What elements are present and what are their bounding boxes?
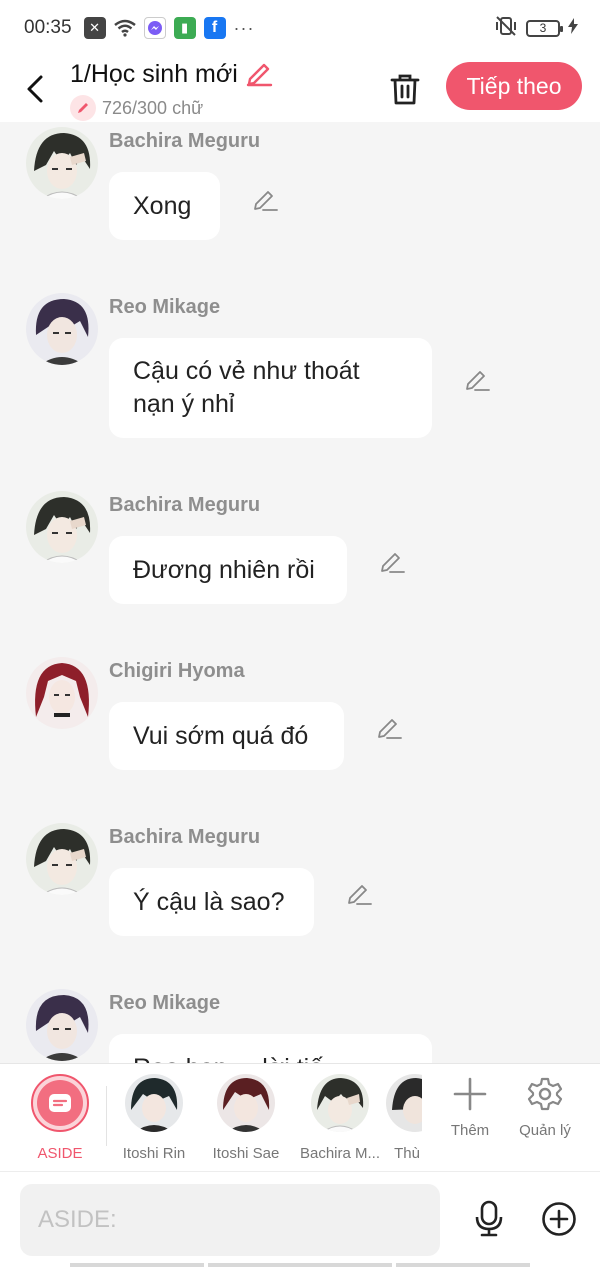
avatar-bachira[interactable]	[26, 491, 98, 563]
character-label: Itoshi Rin	[122, 1145, 186, 1162]
input-bar	[0, 1171, 600, 1267]
message-bubble[interactable]: Cậu có vẻ như thoát nạn ý nhỉ	[109, 338, 432, 438]
charging-icon	[568, 17, 578, 39]
manage-label: Quản lý	[519, 1122, 571, 1139]
pencil-icon	[70, 95, 96, 121]
message-bubble[interactable]: Xong	[109, 172, 220, 240]
message-bubble[interactable]: Ý cậu là sao?	[109, 868, 314, 936]
add-content-button[interactable]	[538, 1198, 580, 1240]
edit-icon	[348, 885, 372, 905]
edit-message-button[interactable]	[462, 364, 492, 394]
character-itoshi-sae[interactable]: Itoshi Sae	[200, 1074, 292, 1162]
editor-header: 1/Học sinh mới 726/300 chữ Tiếp theo	[0, 56, 600, 122]
messenger-icon	[143, 17, 166, 39]
edit-message-button[interactable]	[250, 184, 280, 214]
avatar-reo[interactable]	[26, 989, 98, 1061]
back-button[interactable]	[0, 56, 70, 122]
edit-title-icon[interactable]	[244, 57, 274, 92]
dialogue-list: Bachira Meguru Xong Reo Mikage Cậu có vẻ…	[0, 122, 600, 1063]
speaker-name: Reo Mikage	[109, 296, 221, 318]
keyboard-edge	[208, 1263, 392, 1267]
facebook-icon: f	[203, 17, 226, 39]
delete-button[interactable]	[384, 64, 426, 114]
word-count: 726/300 chữ	[102, 97, 204, 118]
trash-icon	[390, 74, 420, 105]
status-time: 00:35	[24, 17, 72, 38]
avatar-bachira[interactable]	[26, 823, 98, 895]
wifi-icon	[113, 17, 136, 39]
mic-icon	[475, 1200, 503, 1237]
gear-icon	[527, 1077, 563, 1111]
voice-input-button[interactable]	[468, 1198, 510, 1240]
dialogue-input[interactable]	[20, 1184, 440, 1256]
manage-button[interactable]: Quản lý	[510, 1076, 580, 1139]
character-itoshi-rin[interactable]: Itoshi Rin	[108, 1074, 200, 1162]
avatar-reo[interactable]	[26, 293, 98, 365]
vibrate-off-icon	[494, 15, 518, 42]
edit-icon	[466, 371, 490, 391]
more-notifications-icon: ···	[233, 17, 255, 38]
aside-icon	[49, 1094, 71, 1112]
character-label: ASIDE	[37, 1145, 83, 1162]
avatar-chigiri[interactable]	[26, 657, 98, 729]
edit-icon	[254, 191, 278, 211]
edit-icon	[378, 719, 402, 739]
next-button[interactable]: Tiếp theo	[446, 62, 582, 110]
edit-message-button[interactable]	[377, 546, 407, 576]
add-character-button[interactable]: Thêm	[435, 1076, 505, 1139]
speaker-name: Bachira Meguru	[109, 826, 261, 848]
divider	[106, 1086, 107, 1146]
character-aside[interactable]: ASIDE	[14, 1074, 106, 1162]
message-bubble[interactable]: Reo bạn ... lời tiế	[109, 1034, 432, 1063]
battery-indicator: 3	[526, 19, 563, 37]
message-bubble[interactable]: Vui sớm quá đó	[109, 702, 344, 770]
app-icon: ▮	[173, 17, 196, 39]
character-label: Thù	[394, 1145, 420, 1162]
character-label: Itoshi Sae	[212, 1145, 280, 1162]
status-bar: 00:35 ✕ ▮ f ··· 3	[0, 0, 600, 56]
keyboard-edge	[396, 1263, 530, 1267]
keyboard-edge	[70, 1263, 204, 1267]
character-selector: ASIDE Itoshi Rin Itoshi Sae Bachira M...…	[0, 1063, 600, 1171]
message-bubble[interactable]: Đương nhiên rồi	[109, 536, 347, 604]
speaker-name: Bachira Meguru	[109, 130, 261, 152]
chapter-title[interactable]: 1/Học sinh mới	[70, 60, 238, 89]
character-partial[interactable]: Thù	[374, 1074, 422, 1162]
add-label: Thêm	[450, 1122, 490, 1139]
edit-message-button[interactable]	[344, 878, 374, 908]
speaker-name: Reo Mikage	[109, 992, 221, 1014]
speaker-name: Chigiri Hyoma	[109, 660, 245, 682]
edit-message-button[interactable]	[374, 712, 404, 742]
avatar-bachira[interactable]	[26, 127, 98, 199]
back-icon	[27, 75, 43, 103]
character-label: Bachira M...	[299, 1145, 381, 1162]
character-bachira[interactable]: Bachira M...	[294, 1074, 386, 1162]
add-circle-icon	[542, 1202, 576, 1236]
speaker-name: Bachira Meguru	[109, 494, 261, 516]
notification-icon: ✕	[83, 17, 106, 39]
plus-icon	[453, 1077, 487, 1111]
edit-icon	[381, 553, 405, 573]
